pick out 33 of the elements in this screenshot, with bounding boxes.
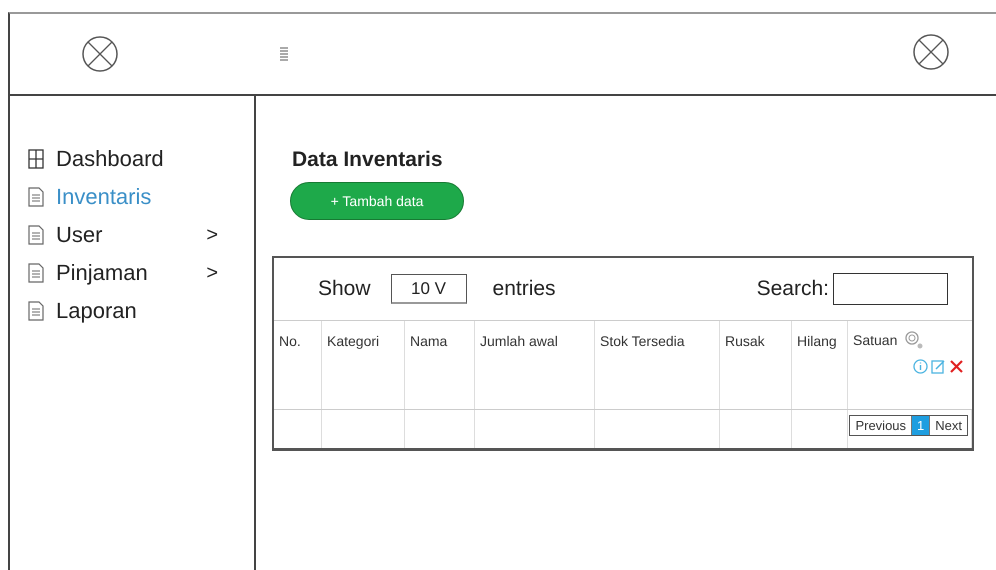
show-label: Show (318, 277, 371, 301)
document-icon (28, 225, 44, 245)
submenu-arrow: > (206, 224, 218, 246)
search-field[interactable] (833, 273, 948, 305)
entries-label: entries (492, 277, 556, 301)
settings-icon[interactable] (905, 331, 924, 349)
column-header: Satuan (853, 332, 898, 348)
document-icon (28, 187, 44, 207)
document-icon (28, 301, 44, 321)
column-header: Nama (410, 333, 448, 349)
logo-icon (81, 35, 119, 73)
page-title: Data Inventaris (292, 148, 444, 172)
sidebar-item[interactable]: User > (28, 222, 218, 248)
grid-icon (28, 149, 44, 169)
column-header: Hilang (797, 333, 837, 349)
column-header: Rusak (725, 333, 765, 349)
search-label: Search: (756, 277, 829, 301)
document-icon (28, 263, 44, 283)
column-header: No. (279, 333, 301, 349)
edit-icon[interactable] (931, 359, 946, 374)
column-header: Jumlah awal (480, 333, 558, 349)
delete-icon[interactable] (949, 359, 964, 374)
info-icon[interactable] (913, 359, 928, 374)
entries-select[interactable]: 10 V (390, 274, 467, 304)
column-header: Stok Tersedia (600, 333, 685, 349)
sidebar-item[interactable]: Laporan (28, 298, 218, 324)
avatar-icon (912, 32, 950, 70)
sidebar-item[interactable]: Dashboard (28, 146, 218, 172)
column-header: Kategori (327, 333, 380, 349)
submenu-arrow: > (206, 262, 218, 284)
sidebar-item[interactable]: Pinjaman > (28, 260, 218, 286)
sidebar-item[interactable]: Inventaris (28, 184, 218, 210)
menu-icon[interactable] (280, 47, 288, 61)
